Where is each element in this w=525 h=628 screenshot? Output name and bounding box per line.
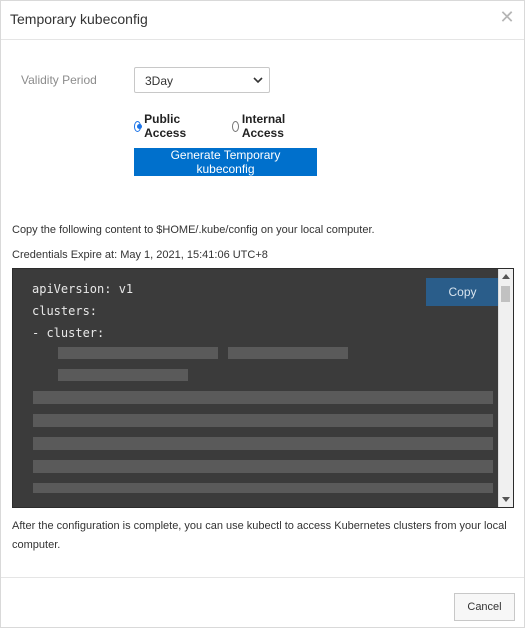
radio-internal-access-label: Internal Access <box>241 112 286 140</box>
cancel-button[interactable]: Cancel <box>454 593 515 621</box>
radio-public-access[interactable]: Public Access <box>134 112 190 140</box>
copy-button[interactable]: Copy <box>426 278 499 306</box>
after-configuration-text: After the configuration is complete, you… <box>12 520 507 551</box>
credentials-expire-text: Credentials Expire at: May 1, 2021, 15:4… <box>12 249 268 261</box>
code-line: - cluster: <box>32 326 105 340</box>
close-icon[interactable]: ✕ <box>498 8 516 26</box>
dialog-header: Temporary kubeconfig ✕ <box>1 1 524 40</box>
scroll-thumb[interactable] <box>501 286 510 302</box>
radio-internal-access-circle[interactable] <box>232 120 239 132</box>
dialog-title: Temporary kubeconfig <box>10 11 148 27</box>
radio-internal-access[interactable]: Internal Access <box>232 112 289 140</box>
validity-period-value: 3Day <box>145 74 174 88</box>
scroll-up-arrow-icon[interactable] <box>502 274 510 279</box>
radio-public-access-label: Public Access <box>144 112 187 140</box>
code-line: clusters: <box>32 304 98 318</box>
generate-kubeconfig-button[interactable]: Generate Temporary kubeconfig <box>134 148 317 176</box>
code-line: apiVersion: v1 <box>32 282 134 296</box>
chevron-down-icon <box>253 77 263 84</box>
validity-period-label: Validity Period <box>21 73 97 87</box>
validity-period-select[interactable]: 3Day <box>134 67 270 93</box>
scroll-down-arrow-icon[interactable] <box>502 497 510 502</box>
copy-instruction-text: Copy the following content to $HOME/.kub… <box>12 224 375 236</box>
kubeconfig-dialog: Temporary kubeconfig ✕ Validity Period 3… <box>0 0 525 628</box>
kubeconfig-code-box[interactable]: apiVersion: v1 clusters: - cluster: Copy <box>12 268 514 508</box>
footer-divider <box>1 577 524 578</box>
code-scrollbar[interactable] <box>498 269 513 507</box>
radio-public-access-circle[interactable] <box>134 120 143 132</box>
